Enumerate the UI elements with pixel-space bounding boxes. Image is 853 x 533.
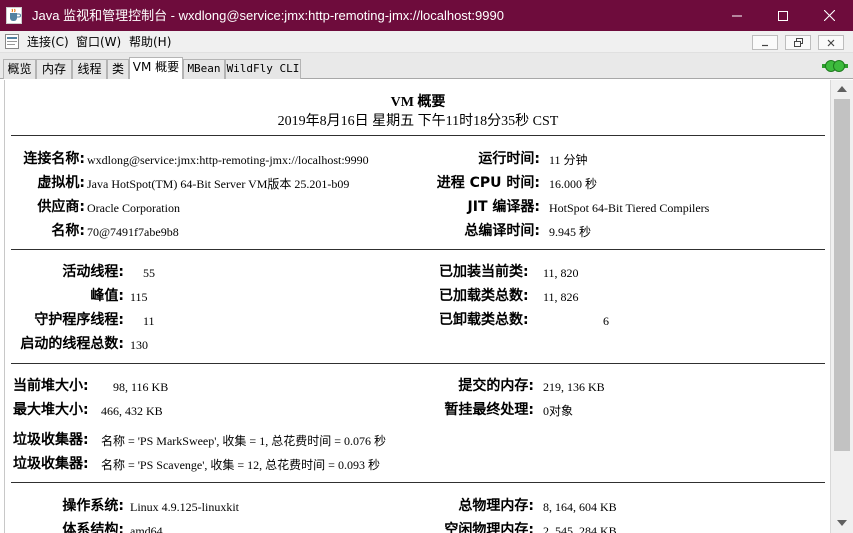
label-connection-name: 连接名称: — [23, 151, 85, 167]
value-total-classes-unloaded: 6 — [603, 314, 609, 328]
label-daemon-threads: 守护程序线程: — [34, 312, 124, 328]
label-current-heap-size: 当前堆大小: — [13, 378, 89, 394]
minimize-icon — [732, 15, 742, 16]
value-uptime: 11 分钟 — [549, 153, 588, 167]
value-peak-threads: 115 — [130, 290, 148, 304]
value-operating-system: Linux 4.9.125-linuxkit — [130, 500, 239, 514]
tab-wildfly-cli[interactable]: WildFly CLI — [225, 59, 301, 79]
value-total-physical-memory: 8, 164, 604 KB — [543, 500, 617, 514]
label-process-cpu-time: 进程 CPU 时间: — [436, 175, 540, 191]
window-title: Java 监视和管理控制台 - wxdlong@service:jmx:http… — [32, 8, 504, 23]
divider — [11, 249, 825, 250]
frame-minimize-button[interactable] — [752, 35, 778, 50]
summary-date: 2019年8月16日 星期五 下午11时18分35秒 CST — [277, 114, 559, 129]
vertical-scrollbar[interactable] — [830, 80, 853, 533]
value-vm: Java HotSpot(TM) 64-Bit Server VM版本 25.2… — [87, 177, 350, 191]
value-max-heap-size: 466, 432 KB — [101, 404, 163, 418]
close-icon — [827, 39, 835, 46]
value-current-classes-loaded: 11, 820 — [543, 266, 579, 280]
label-total-physical-memory: 总物理内存: — [458, 498, 534, 514]
frame-close-button[interactable] — [818, 35, 844, 50]
frame-restore-button[interactable] — [785, 35, 811, 50]
value-pending-finalization: 0对象 — [543, 404, 574, 418]
value-name: 70@7491f7abe9b8 — [87, 225, 179, 239]
value-total-threads-started: 130 — [130, 338, 148, 352]
label-peak-threads: 峰值: — [90, 288, 124, 304]
tab-threads[interactable]: 线程 — [72, 59, 107, 79]
label-total-threads-started: 启动的线程总数: — [20, 336, 124, 352]
value-architecture: amd64 — [130, 524, 163, 533]
label-garbage-collector: 垃圾收集器: — [13, 432, 89, 448]
value-current-heap-size: 98, 116 KB — [113, 380, 169, 394]
divider — [11, 135, 825, 136]
label-current-classes-loaded: 已加装当前类: — [439, 264, 529, 280]
value-garbage-collector-marksweep: 名称 = 'PS MarkSweep', 收集 = 1, 总花费时间 = 0.0… — [101, 434, 386, 448]
label-max-heap-size: 最大堆大小: — [13, 402, 89, 418]
value-committed-memory: 219, 136 KB — [543, 380, 605, 394]
value-live-threads: 55 — [143, 266, 155, 280]
label-uptime: 运行时间: — [478, 151, 540, 167]
scrollbar-thumb[interactable] — [834, 99, 850, 451]
divider — [11, 482, 825, 483]
connection-status-icon[interactable] — [822, 59, 848, 73]
menu-help[interactable]: 帮助(H) — [129, 34, 171, 50]
menu-bar: 连接(C) 窗口(W) 帮助(H) — [0, 31, 853, 53]
label-total-classes-loaded: 已加载类总数: — [439, 288, 529, 304]
value-jit-compiler: HotSpot 64-Bit Tiered Compilers — [549, 201, 710, 215]
window-titlebar: Java 监视和管理控制台 - wxdlong@service:jmx:http… — [0, 0, 853, 31]
restore-icon — [793, 38, 803, 47]
value-total-classes-loaded: 11, 826 — [543, 290, 579, 304]
label-jit-compiler: JIT 编译器: — [467, 199, 540, 215]
close-icon — [823, 10, 835, 21]
menu-window[interactable]: 窗口(W) — [76, 34, 121, 50]
summary-title: VM 概要 — [390, 95, 446, 110]
scroll-up-arrow-icon[interactable] — [836, 84, 848, 94]
label-garbage-collector: 垃圾收集器: — [13, 456, 89, 472]
label-vendor: 供应商: — [37, 199, 85, 215]
label-free-physical-memory: 空闲物理内存: — [444, 522, 534, 533]
value-garbage-collector-scavenge: 名称 = 'PS Scavenge', 收集 = 12, 总花费时间 = 0.0… — [101, 458, 380, 472]
label-operating-system: 操作系统: — [62, 498, 124, 514]
tab-vm-summary[interactable]: VM 概要 — [129, 57, 183, 79]
value-process-cpu-time: 16.000 秒 — [549, 177, 598, 191]
tab-mbean[interactable]: MBean — [183, 59, 225, 79]
tab-classes[interactable]: 类 — [107, 59, 129, 79]
minimize-icon — [762, 44, 768, 46]
tab-overview[interactable]: 概览 — [3, 59, 36, 79]
label-total-compile-time: 总编译时间: — [464, 223, 540, 239]
scroll-down-arrow-icon[interactable] — [836, 518, 848, 528]
value-connection-name: wxdlong@service:jmx:http-remoting-jmx://… — [87, 153, 369, 167]
label-name: 名称: — [51, 223, 85, 239]
internal-frame-icon — [5, 34, 19, 49]
close-button[interactable] — [806, 0, 852, 31]
value-total-compile-time: 9.945 秒 — [549, 225, 592, 239]
divider — [11, 363, 825, 364]
maximize-icon — [778, 10, 788, 21]
menu-connection[interactable]: 连接(C) — [27, 34, 69, 50]
label-total-classes-unloaded: 已卸载类总数: — [439, 312, 529, 328]
value-vendor: Oracle Corporation — [87, 201, 180, 215]
label-committed-memory: 提交的内存: — [458, 378, 534, 394]
vm-summary-panel: VM 概要 2019年8月16日 星期五 下午11时18分35秒 CST 连接名… — [4, 80, 830, 533]
tab-bar: 概览 内存 线程 类 VM 概要 MBean WildFly CLI — [0, 53, 853, 79]
label-vm: 虚拟机: — [37, 175, 85, 191]
tab-memory[interactable]: 内存 — [36, 59, 72, 79]
java-cup-icon — [6, 7, 22, 24]
label-pending-finalization: 暂挂最终处理: — [444, 402, 534, 418]
minimize-button[interactable] — [714, 0, 760, 31]
value-daemon-threads: 11 — [143, 314, 155, 328]
label-architecture: 体系结构: — [62, 522, 124, 533]
label-live-threads: 活动线程: — [62, 264, 124, 280]
maximize-button[interactable] — [760, 0, 806, 31]
value-free-physical-memory: 2, 545, 284 KB — [543, 524, 617, 533]
